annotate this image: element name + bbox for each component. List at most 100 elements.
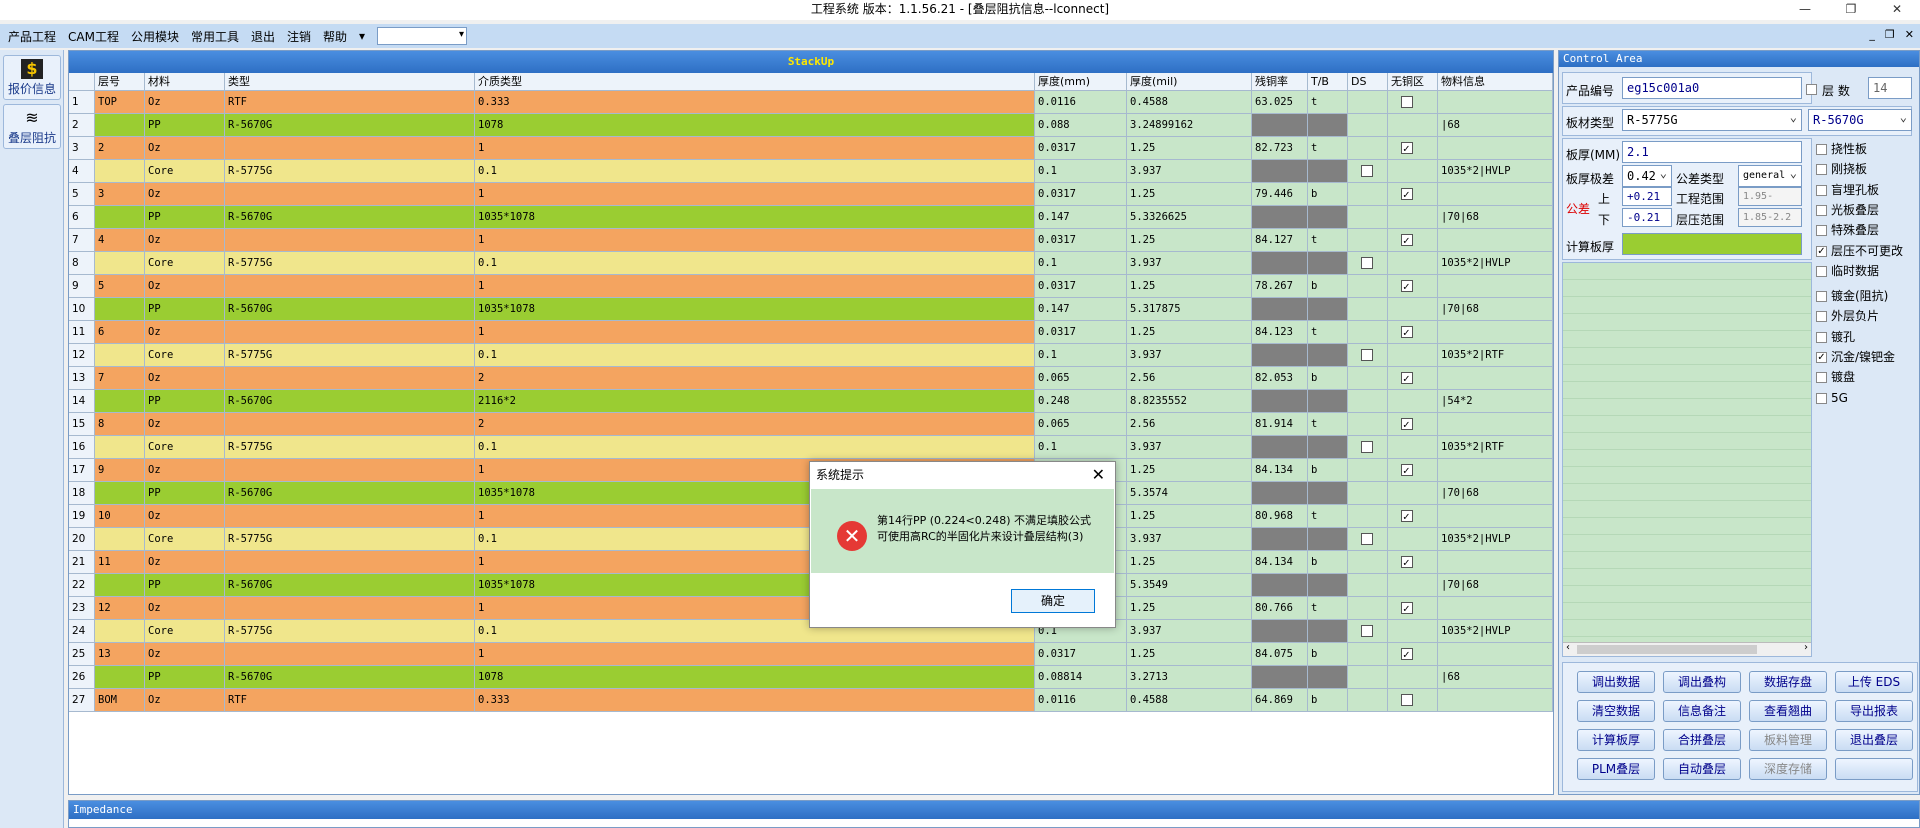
cell-nocu[interactable] bbox=[1388, 390, 1438, 412]
option-checkbox[interactable]: 临时数据 bbox=[1816, 261, 1879, 281]
cell-type[interactable] bbox=[225, 643, 475, 665]
action-button[interactable]: 清空数据 bbox=[1577, 700, 1655, 722]
cell-info[interactable]: 1035*2|RTF bbox=[1438, 344, 1553, 366]
cell-mm[interactable]: 0.1 bbox=[1035, 436, 1127, 458]
cell-nocu[interactable] bbox=[1388, 666, 1438, 688]
cell-dielectric[interactable]: 1 bbox=[475, 183, 1035, 205]
cell-type[interactable]: R-5670G bbox=[225, 206, 475, 228]
cell-ds[interactable] bbox=[1348, 206, 1388, 228]
cell-nocu[interactable] bbox=[1388, 183, 1438, 205]
checkbox[interactable] bbox=[1401, 322, 1413, 343]
cell-mm[interactable]: 0.065 bbox=[1035, 413, 1127, 435]
cell-info[interactable] bbox=[1438, 229, 1553, 251]
cell-type[interactable]: R-5775G bbox=[225, 344, 475, 366]
cell-cu[interactable]: 78.267 bbox=[1252, 275, 1308, 297]
cell-cu[interactable]: 84.127 bbox=[1252, 229, 1308, 251]
checkbox[interactable] bbox=[1361, 257, 1373, 269]
cell-type[interactable] bbox=[225, 229, 475, 251]
cell-dielectric[interactable]: 1 bbox=[475, 275, 1035, 297]
cell-tb[interactable] bbox=[1308, 666, 1348, 688]
layers-input[interactable]: 14 bbox=[1868, 77, 1912, 99]
checkbox-icon[interactable] bbox=[1816, 164, 1827, 176]
table-row[interactable]: 13 7 Oz 2 0.065 2.56 82.053 b bbox=[69, 367, 1553, 390]
table-row[interactable]: 8 Core R-5775G 0.1 0.1 3.937 1035*2|HVLP bbox=[69, 252, 1553, 275]
cell-mat[interactable]: Oz bbox=[145, 137, 225, 159]
cell-info[interactable] bbox=[1438, 597, 1553, 619]
action-button[interactable]: 调出数据 bbox=[1577, 671, 1655, 693]
cell-dielectric[interactable]: 2 bbox=[475, 413, 1035, 435]
cell-tb[interactable]: b bbox=[1308, 275, 1348, 297]
cell-nocu[interactable] bbox=[1388, 459, 1438, 481]
cell-mat[interactable]: Core bbox=[145, 620, 225, 642]
cell-type[interactable]: R-5775G bbox=[225, 528, 475, 550]
cell-mm[interactable]: 0.0317 bbox=[1035, 275, 1127, 297]
checkbox[interactable] bbox=[1401, 138, 1413, 159]
cell-nocu[interactable] bbox=[1388, 643, 1438, 665]
checkbox[interactable] bbox=[1401, 460, 1413, 481]
cell-mil[interactable]: 0.4588 bbox=[1127, 689, 1252, 711]
option-checkbox[interactable]: 盲埋孔板 bbox=[1816, 180, 1879, 200]
table-row[interactable]: 7 4 Oz 1 0.0317 1.25 84.127 t bbox=[69, 229, 1553, 252]
cell-info[interactable] bbox=[1438, 689, 1553, 711]
menu-common-module[interactable]: 公用模块 bbox=[131, 28, 179, 45]
cell-type[interactable]: R-5670G bbox=[225, 482, 475, 504]
checkbox[interactable] bbox=[1401, 414, 1413, 435]
cell-type[interactable] bbox=[225, 597, 475, 619]
cell-mm[interactable]: 0.147 bbox=[1035, 206, 1127, 228]
cell-mm[interactable]: 0.0317 bbox=[1035, 183, 1127, 205]
cell-ds[interactable] bbox=[1348, 597, 1388, 619]
cell-dielectric[interactable]: 0.333 bbox=[475, 91, 1035, 113]
cell-nocu[interactable] bbox=[1388, 91, 1438, 113]
cell-layer[interactable]: 5 bbox=[95, 275, 145, 297]
cell-tb[interactable] bbox=[1308, 206, 1348, 228]
cell-mil[interactable]: 3.937 bbox=[1127, 344, 1252, 366]
cell-dielectric[interactable]: 1 bbox=[475, 643, 1035, 665]
cell-tb[interactable]: t bbox=[1308, 91, 1348, 113]
cell-dielectric[interactable]: 1 bbox=[475, 229, 1035, 251]
cell-tb[interactable]: t bbox=[1308, 505, 1348, 527]
cell-mm[interactable]: 0.0317 bbox=[1035, 321, 1127, 343]
cell-type[interactable]: R-5670G bbox=[225, 666, 475, 688]
cell-cu[interactable]: 82.723 bbox=[1252, 137, 1308, 159]
cell-info[interactable]: 1035*2|RTF bbox=[1438, 436, 1553, 458]
cell-nocu[interactable] bbox=[1388, 436, 1438, 458]
nav-quote-info[interactable]: $ 报价信息 bbox=[3, 55, 61, 100]
cell-mil[interactable]: 3.24899162 bbox=[1127, 114, 1252, 136]
option-checkbox[interactable]: 外层负片 bbox=[1816, 306, 1879, 326]
cell-cu[interactable]: 63.025 bbox=[1252, 91, 1308, 113]
col-header-1[interactable]: 层号 bbox=[95, 73, 145, 90]
cell-layer[interactable]: 11 bbox=[95, 551, 145, 573]
table-row[interactable]: 3 2 Oz 1 0.0317 1.25 82.723 t bbox=[69, 137, 1553, 160]
cell-layer[interactable]: 12 bbox=[95, 597, 145, 619]
table-row[interactable]: 11 6 Oz 1 0.0317 1.25 84.123 t bbox=[69, 321, 1553, 344]
cell-layer[interactable]: 13 bbox=[95, 643, 145, 665]
cell-tb[interactable] bbox=[1308, 574, 1348, 596]
cell-dielectric[interactable]: 0.333 bbox=[475, 689, 1035, 711]
cell-nocu[interactable] bbox=[1388, 321, 1438, 343]
cell-tb[interactable] bbox=[1308, 436, 1348, 458]
cell-mat[interactable]: Oz bbox=[145, 459, 225, 481]
cell-type[interactable]: R-5670G bbox=[225, 298, 475, 320]
cell-mm[interactable]: 0.147 bbox=[1035, 298, 1127, 320]
cell-info[interactable] bbox=[1438, 183, 1553, 205]
cell-cu[interactable]: 84.123 bbox=[1252, 321, 1308, 343]
cell-mm[interactable]: 0.0116 bbox=[1035, 689, 1127, 711]
dialog-close-icon[interactable]: ✕ bbox=[1092, 465, 1105, 484]
cell-nocu[interactable] bbox=[1388, 689, 1438, 711]
cell-nocu[interactable] bbox=[1388, 206, 1438, 228]
action-button[interactable]: 计算板厚 bbox=[1577, 729, 1655, 751]
cell-cu[interactable] bbox=[1252, 390, 1308, 412]
cell-mat[interactable]: PP bbox=[145, 574, 225, 596]
cell-cu[interactable]: 80.968 bbox=[1252, 505, 1308, 527]
cell-nocu[interactable] bbox=[1388, 551, 1438, 573]
option-checkbox[interactable]: 挠性板 bbox=[1816, 139, 1867, 159]
col-header-3[interactable]: 类型 bbox=[225, 73, 475, 90]
action-button[interactable] bbox=[1835, 758, 1913, 780]
cell-dielectric[interactable]: 1078 bbox=[475, 114, 1035, 136]
action-button[interactable]: 退出叠层 bbox=[1835, 729, 1913, 751]
cell-layer[interactable]: TOP bbox=[95, 91, 145, 113]
cell-tb[interactable]: b bbox=[1308, 643, 1348, 665]
table-row[interactable]: 5 3 Oz 1 0.0317 1.25 79.446 b bbox=[69, 183, 1553, 206]
cell-mat[interactable]: Oz bbox=[145, 321, 225, 343]
cell-info[interactable] bbox=[1438, 367, 1553, 389]
